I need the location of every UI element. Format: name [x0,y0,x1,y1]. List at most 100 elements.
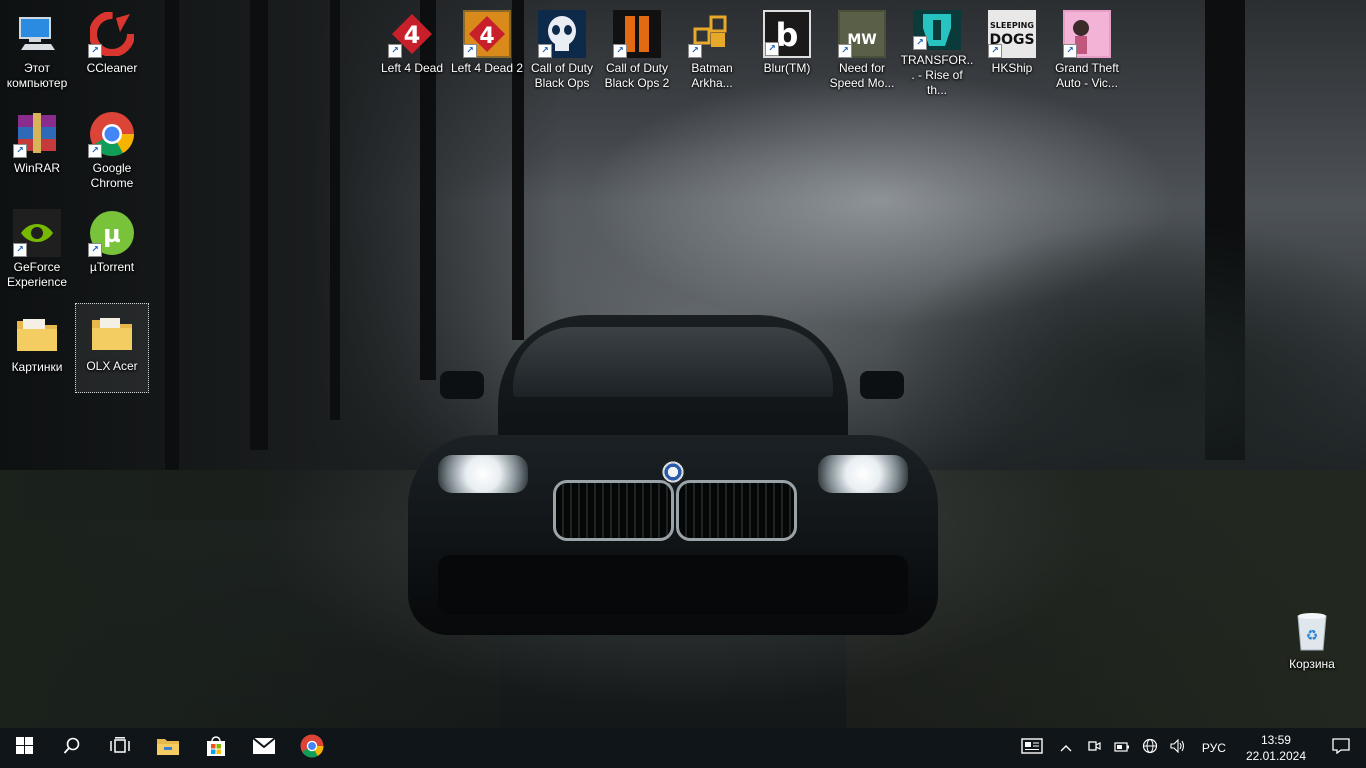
task-view-button[interactable] [96,728,144,768]
icon-label: HKShip [991,61,1033,75]
desktop-icon-geforce[interactable]: ↗ GeForce Experience [0,205,74,295]
desktop-icon-ccleaner[interactable]: ↗ CCleaner [75,6,149,96]
desktop-icon-gta-vc[interactable]: ↗ Grand Theft Auto - Vic... [1050,6,1124,96]
desktop-icon-folder-olx-acer[interactable]: OLX Acer [75,303,149,393]
shortcut-arrow-icon: ↗ [88,243,102,257]
clock[interactable]: 13:59 22.01.2024 [1236,732,1316,764]
tree-trunk [250,0,268,450]
battery-icon [1114,741,1130,756]
hkship-badge-top: SLEEPING [990,21,1034,30]
car-windshield [513,327,833,397]
tray-volume[interactable] [1164,728,1192,768]
desktop-icon-blackops2[interactable]: ↗ Call of Duty Black Ops 2 [600,6,674,96]
camera-icon [1087,739,1101,757]
desktop-icon-batman[interactable]: ↗ Batman Arkha... [675,6,749,96]
desktop-icon-folder-kartinki[interactable]: Картинки [0,305,74,395]
shortcut-arrow-icon: ↗ [88,44,102,58]
start-button[interactable] [0,728,48,768]
mail-icon [252,736,276,760]
chrome-icon: ↗ [88,110,136,158]
desktop-wallpaper: Этот компьютер ↗ WinRAR ↗ GeForce Experi… [0,0,1366,728]
clock-time: 13:59 [1260,733,1291,747]
clock-date: 22.01.2024 [1245,749,1306,763]
taskbar-file-explorer[interactable] [144,728,192,768]
car-mirror-left [440,371,484,399]
shortcut-arrow-icon: ↗ [388,44,402,58]
desktop-icon-nfs-mw[interactable]: MW ↗ Need for Speed Mo... [825,6,899,96]
tree-trunk [165,0,179,470]
car-headlight-left [438,455,528,493]
winrar-icon: ↗ [13,110,61,158]
icon-label: Left 4 Dead [380,61,444,75]
search-button[interactable] [48,728,96,768]
tray-meet-now[interactable] [1080,728,1108,768]
task-view-icon [110,736,130,760]
desktop-icon-left4dead[interactable]: 4 ↗ Left 4 Dead [375,6,449,96]
chevron-up-icon [1060,741,1072,756]
shortcut-arrow-icon: ↗ [13,243,27,257]
transformers-icon: ↗ [913,10,961,50]
taskbar-mail[interactable] [240,728,288,768]
globe-icon [1142,738,1158,758]
gta-vc-icon: ↗ [1063,10,1111,58]
icon-label: TRANSFOR... - Rise of th... [900,53,974,97]
desktop-icon-chrome[interactable]: ↗ Google Chrome [75,106,149,196]
shortcut-arrow-icon: ↗ [688,44,702,58]
desktop-icon-winrar[interactable]: ↗ WinRAR [0,106,74,196]
icon-label: µTorrent [89,260,135,274]
chrome-icon [300,734,324,763]
desktop-icon-this-pc[interactable]: Этот компьютер [0,6,74,96]
shortcut-arrow-icon: ↗ [913,36,927,50]
store-icon [205,735,227,762]
geforce-icon: ↗ [13,209,61,257]
news-widget-button[interactable] [1012,728,1052,768]
folder-icon [13,309,61,357]
svg-text:♻: ♻ [1306,628,1319,644]
tree-trunk [330,0,340,420]
car-mirror-right [860,371,904,399]
icon-label: Batman Arkha... [691,61,733,90]
icon-label: Этот компьютер [6,61,68,90]
shortcut-arrow-icon: ↗ [463,44,477,58]
taskbar-chrome[interactable] [288,728,336,768]
shortcut-arrow-icon: ↗ [988,44,1002,58]
desktop-icon-blackops[interactable]: ↗ Call of Duty Black Ops [525,6,599,96]
action-center-button[interactable] [1316,728,1366,768]
taskbar-store[interactable] [192,728,240,768]
sleeping-dogs-icon: SLEEPING DOGS ↗ [988,10,1036,58]
system-tray: РУС 13:59 22.01.2024 [1012,728,1366,768]
shortcut-arrow-icon: ↗ [613,44,627,58]
svg-text:µ: µ [103,220,121,248]
icon-label: Blur(TM) [763,61,811,75]
blackops-icon: ↗ [538,10,586,58]
tray-network[interactable] [1136,728,1164,768]
desktop-icon-left4dead2[interactable]: 4 ↗ Left 4 Dead 2 [450,6,524,96]
recycle-bin-icon: ♻ [1288,606,1336,654]
shortcut-arrow-icon: ↗ [1063,44,1077,58]
desktop-icon-transformers[interactable]: ↗ TRANSFOR... - Rise of th... [900,6,974,97]
show-hidden-icons-button[interactable] [1052,728,1080,768]
news-icon [1021,738,1043,758]
l4d2-badge-text: 4 [479,24,494,49]
batman-icon: ↗ [688,10,736,58]
icon-label: Корзина [1289,657,1335,671]
blackops2-icon: ↗ [613,10,661,58]
tray-battery[interactable] [1108,728,1136,768]
icon-label: CCleaner [86,61,138,75]
desktop-icon-recycle-bin[interactable]: ♻ Корзина [1275,602,1349,692]
shortcut-arrow-icon: ↗ [538,44,552,58]
desktop-icon-utorrent[interactable]: µ ↗ µTorrent [75,205,149,295]
icon-label: Call of Duty Black Ops [530,61,594,90]
desktop-icon-blur[interactable]: b ↗ Blur(TM) [750,6,824,96]
language-indicator[interactable]: РУС [1192,728,1236,768]
icon-label: WinRAR [13,161,60,175]
desktop-icon-hkship[interactable]: SLEEPING DOGS ↗ HKShip [975,6,1049,96]
ccleaner-icon: ↗ [88,10,136,58]
speaker-icon [1170,738,1186,757]
folder-icon [88,308,136,356]
car-bumper [438,555,908,615]
car-grille-left [553,480,674,541]
icon-label: Left 4 Dead 2 [450,61,524,75]
utorrent-icon: µ ↗ [88,209,136,257]
shortcut-arrow-icon: ↗ [765,42,779,56]
